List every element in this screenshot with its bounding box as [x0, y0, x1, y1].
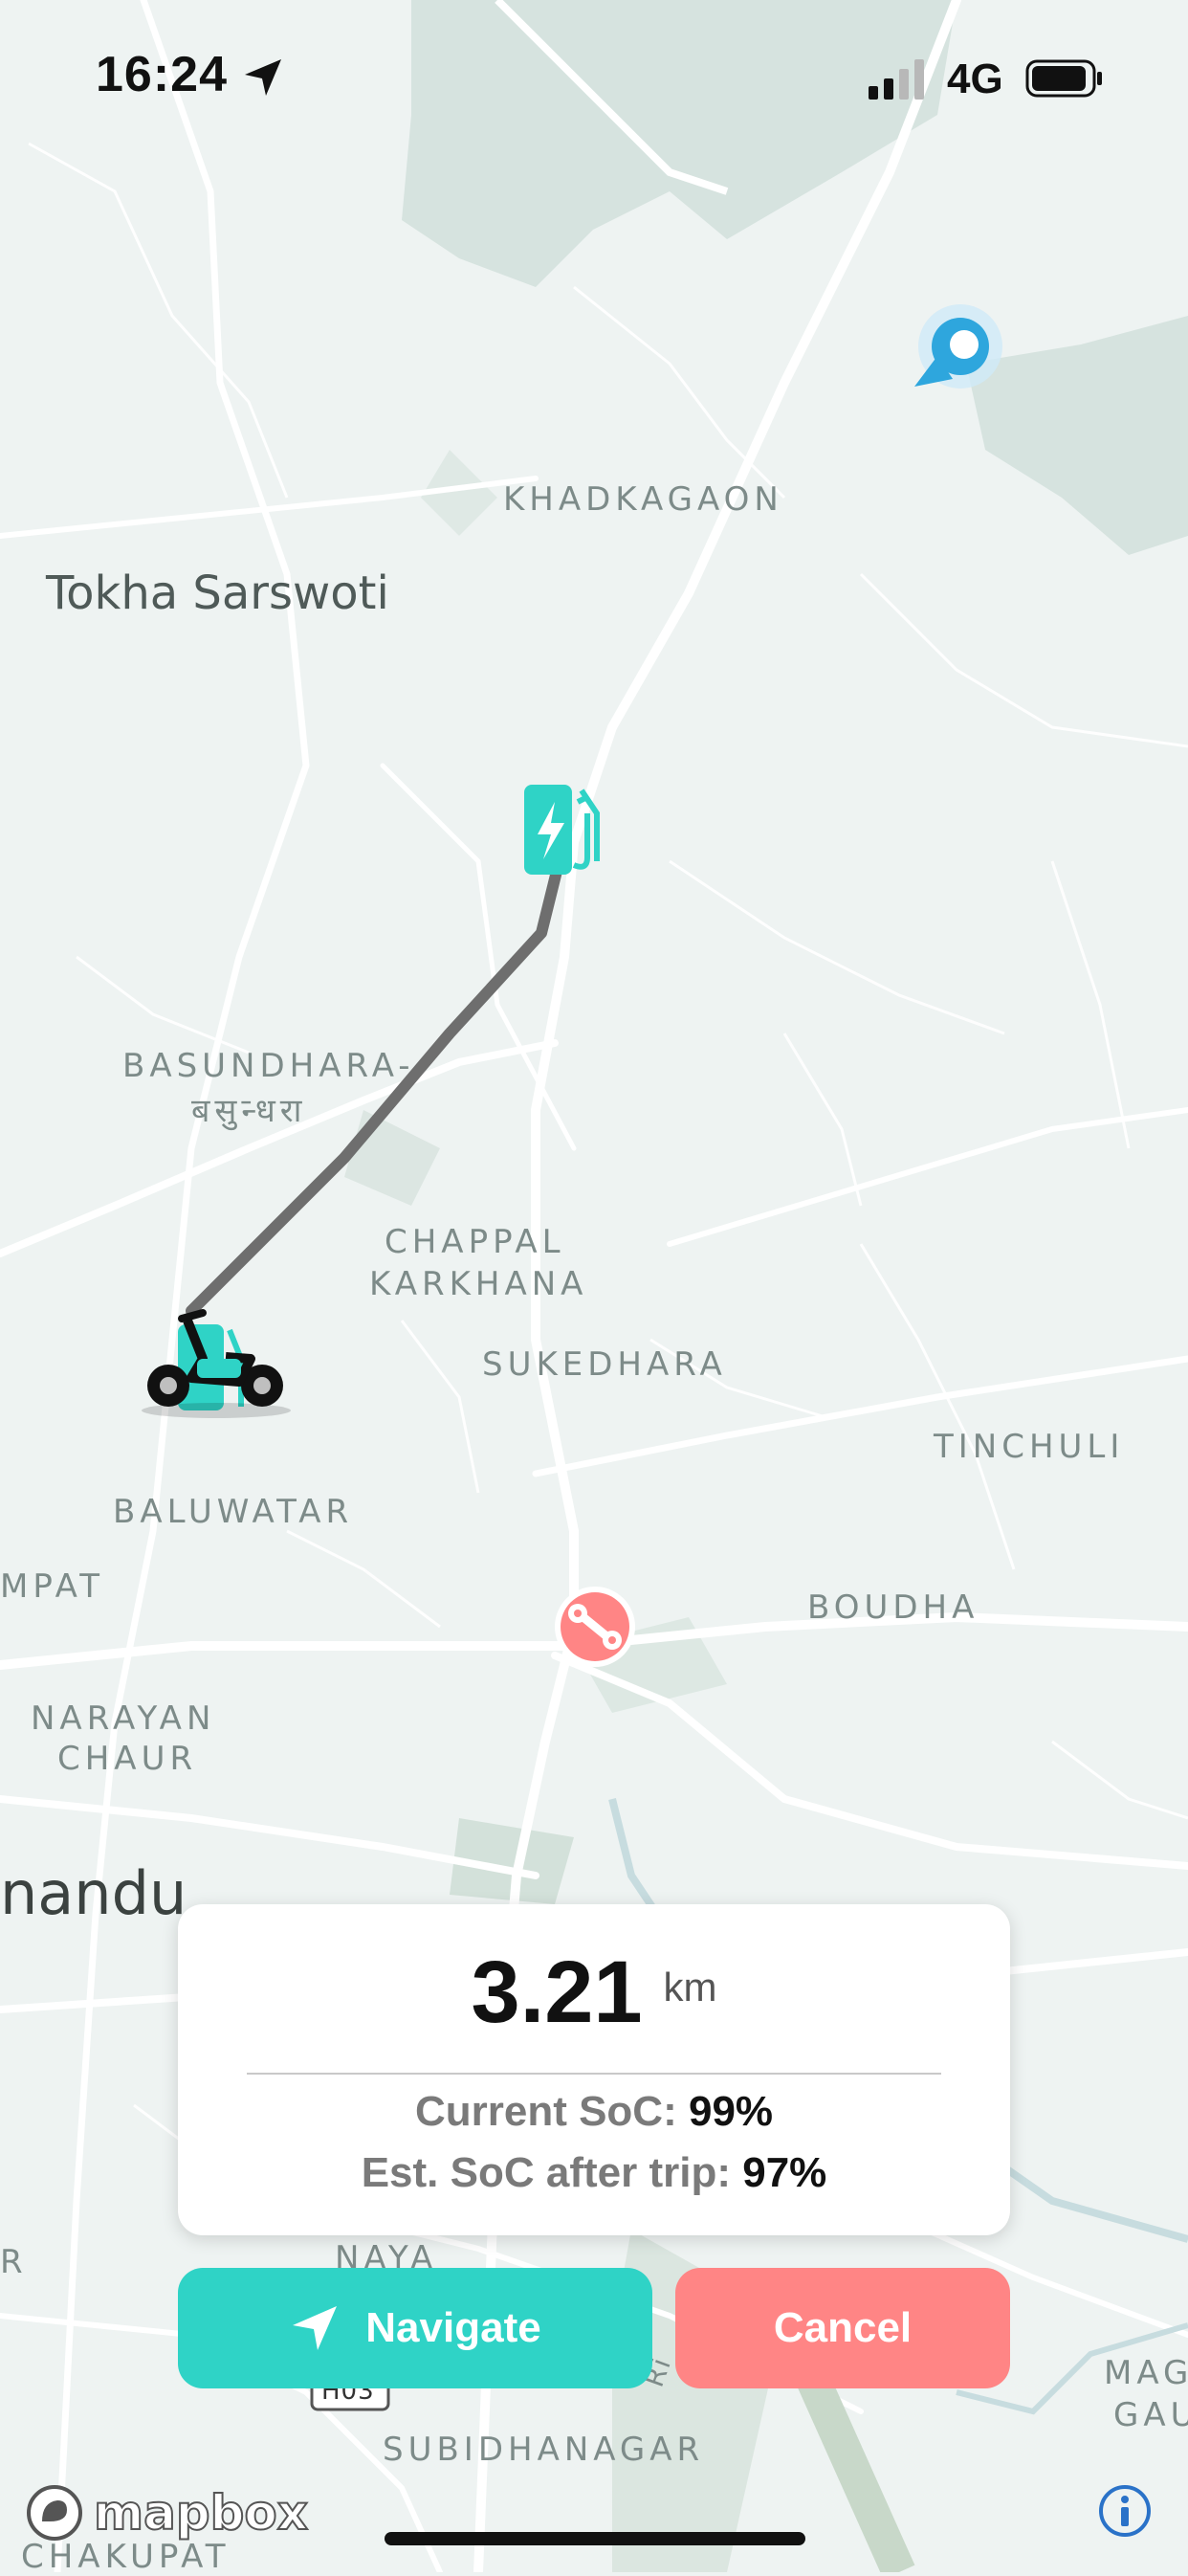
map-label-tinchuli: TINCHULI — [934, 1428, 1125, 1466]
est-soc-label: Est. SoC after trip: — [361, 2149, 731, 2196]
map-label-chappal: CHAPPAL — [385, 1223, 565, 1261]
map-label-tokha: Tokha Sarswoti — [46, 566, 389, 620]
map-label-gau: GAU — [1113, 2396, 1188, 2434]
current-soc-row: Current SoC: 99% — [178, 2088, 1010, 2136]
distance-value: 3.21 — [471, 1943, 643, 2041]
distance-unit: km — [663, 1965, 717, 2010]
map-label-baluwatar: BALUWATAR — [113, 1493, 354, 1531]
map-label-karkhana: KARKHANA — [369, 1265, 588, 1303]
current-soc-value: 99% — [688, 2088, 774, 2135]
trip-distance: 3.21 km — [178, 1943, 1010, 2043]
service-center-icon[interactable] — [555, 1587, 635, 1667]
mapbox-mark-icon — [27, 2485, 82, 2541]
map-label-chakupat: CHAKUPAT — [21, 2538, 231, 2576]
map-label-kathmandu: nandu — [0, 1858, 187, 1928]
map-label-chaur: CHAUR — [57, 1740, 198, 1778]
info-icon[interactable] — [1098, 2484, 1152, 2538]
mapbox-text: mapbox — [93, 2484, 309, 2542]
cancel-button[interactable]: Cancel — [675, 2268, 1010, 2388]
map-label-narayan: NARAYAN — [31, 1699, 216, 1738]
map-label-basundhara-np: बसुन्धरा — [191, 1092, 307, 1130]
mapbox-logo[interactable]: mapbox — [25, 2482, 309, 2543]
est-soc-row: Est. SoC after trip: 97% — [178, 2149, 1010, 2197]
home-indicator[interactable] — [385, 2532, 805, 2545]
location-arrow-icon — [245, 59, 281, 96]
map-label-khadkagaon: KHADKAGAON — [503, 480, 783, 519]
navigation-arrow-icon — [293, 2306, 338, 2350]
map-label-basundhara: BASUNDHARA- — [122, 1047, 415, 1085]
navigate-button[interactable]: Navigate — [178, 2268, 652, 2388]
battery-icon — [1025, 59, 1102, 98]
signal-icon — [869, 59, 924, 100]
map-label-r: R — [0, 2243, 28, 2281]
status-time: 16:24 — [96, 47, 228, 102]
trip-info-card: 3.21 km Current SoC: 99% Est. SoC after t… — [178, 1904, 1010, 2235]
navigate-label: Navigate — [365, 2304, 541, 2351]
map-label-sukedhara: SUKEDHARA — [482, 1345, 727, 1384]
current-soc-label: Current SoC: — [414, 2088, 677, 2135]
network-type: 4G — [947, 56, 1003, 102]
map-label-boudha: BOUDHA — [807, 1588, 979, 1627]
cancel-label: Cancel — [773, 2304, 913, 2351]
charging-station-icon[interactable] — [524, 785, 600, 875]
map-label-mpat: MPAT — [0, 1567, 105, 1606]
card-divider — [247, 2073, 941, 2075]
status-bar: 16:24 4G — [0, 0, 1188, 153]
map-label-mag: MAG — [1104, 2354, 1188, 2392]
est-soc-value: 97% — [742, 2149, 827, 2196]
map-label-subidhanagar: SUBIDHANAGAR — [383, 2431, 705, 2469]
